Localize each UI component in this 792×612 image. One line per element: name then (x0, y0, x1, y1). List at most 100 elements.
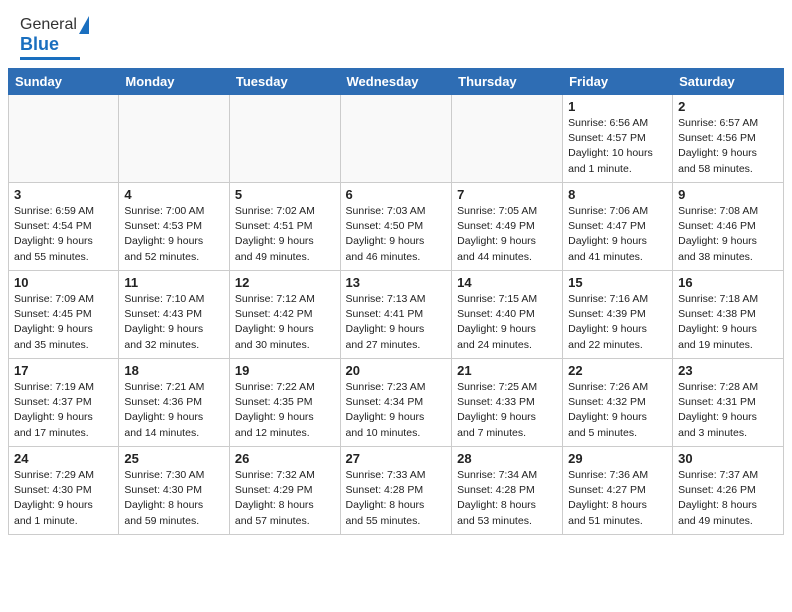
calendar-cell: 22 Sunrise: 7:26 AM Sunset: 4:32 PM Dayli… (563, 359, 673, 447)
day-info: Sunrise: 7:05 AM Sunset: 4:49 PM Dayligh… (457, 204, 557, 265)
day-number: 2 (678, 99, 778, 114)
weekday-header-tuesday: Tuesday (229, 69, 340, 95)
day-info: Sunrise: 7:25 AM Sunset: 4:33 PM Dayligh… (457, 380, 557, 441)
calendar-cell: 1 Sunrise: 6:56 AM Sunset: 4:57 PM Daylig… (563, 95, 673, 183)
day-number: 10 (14, 275, 113, 290)
calendar-cell: 8Sunrise: 7:06 AM Sunset: 4:47 PM Daylig… (563, 183, 673, 271)
calendar-cell: 17 Sunrise: 7:19 AM Sunset: 4:37 PM Dayli… (9, 359, 119, 447)
day-number: 24 (14, 451, 113, 466)
day-number: 17 (14, 363, 113, 378)
day-number: 27 (346, 451, 447, 466)
weekday-header-thursday: Thursday (452, 69, 563, 95)
calendar-cell: 19Sunrise: 7:22 AM Sunset: 4:35 PM Dayli… (229, 359, 340, 447)
day-number: 30 (678, 451, 778, 466)
calendar-week-0: 1 Sunrise: 6:56 AM Sunset: 4:57 PM Daylig… (9, 95, 784, 183)
calendar-cell (119, 95, 230, 183)
day-number: 25 (124, 451, 224, 466)
day-info: Sunrise: 7:32 AM Sunset: 4:29 PM Dayligh… (235, 468, 335, 529)
day-number: 21 (457, 363, 557, 378)
calendar-cell: 3 Sunrise: 6:59 AM Sunset: 4:54 PM Daylig… (9, 183, 119, 271)
calendar-cell: 21 Sunrise: 7:25 AM Sunset: 4:33 PM Dayli… (452, 359, 563, 447)
calendar-cell: 12 Sunrise: 7:12 AM Sunset: 4:42 PM Dayli… (229, 271, 340, 359)
day-number: 13 (346, 275, 447, 290)
weekday-header-saturday: Saturday (673, 69, 784, 95)
calendar-week-1: 3 Sunrise: 6:59 AM Sunset: 4:54 PM Daylig… (9, 183, 784, 271)
calendar-cell: 7Sunrise: 7:05 AM Sunset: 4:49 PM Daylig… (452, 183, 563, 271)
logo: General Blue (20, 16, 89, 60)
calendar-cell (9, 95, 119, 183)
day-number: 9 (678, 187, 778, 202)
day-number: 3 (14, 187, 113, 202)
day-info: Sunrise: 7:23 AM Sunset: 4:34 PM Dayligh… (346, 380, 447, 441)
logo-triangle-icon (79, 16, 89, 34)
day-number: 18 (124, 363, 224, 378)
day-info: Sunrise: 7:10 AM Sunset: 4:43 PM Dayligh… (124, 292, 224, 353)
day-number: 29 (568, 451, 667, 466)
day-info: Sunrise: 7:34 AM Sunset: 4:28 PM Dayligh… (457, 468, 557, 529)
day-number: 16 (678, 275, 778, 290)
calendar-week-4: 24 Sunrise: 7:29 AM Sunset: 4:30 PM Dayli… (9, 447, 784, 535)
calendar-cell: 25 Sunrise: 7:30 AM Sunset: 4:30 PM Dayli… (119, 447, 230, 535)
calendar-cell: 13 Sunrise: 7:13 AM Sunset: 4:41 PM Dayli… (340, 271, 452, 359)
day-info: Sunrise: 6:57 AM Sunset: 4:56 PM Dayligh… (678, 116, 778, 177)
day-number: 4 (124, 187, 224, 202)
header: General Blue (0, 0, 792, 68)
logo-blue-text: Blue (20, 34, 59, 55)
day-info: Sunrise: 7:19 AM Sunset: 4:37 PM Dayligh… (14, 380, 113, 441)
day-number: 12 (235, 275, 335, 290)
day-info: Sunrise: 7:13 AM Sunset: 4:41 PM Dayligh… (346, 292, 447, 353)
weekday-header-row: SundayMondayTuesdayWednesdayThursdayFrid… (9, 69, 784, 95)
calendar-cell: 6 Sunrise: 7:03 AM Sunset: 4:50 PM Daylig… (340, 183, 452, 271)
day-number: 14 (457, 275, 557, 290)
logo-underline (20, 57, 80, 60)
calendar-cell: 14 Sunrise: 7:15 AM Sunset: 4:40 PM Dayli… (452, 271, 563, 359)
day-info: Sunrise: 7:30 AM Sunset: 4:30 PM Dayligh… (124, 468, 224, 529)
day-info: Sunrise: 7:12 AM Sunset: 4:42 PM Dayligh… (235, 292, 335, 353)
day-number: 8 (568, 187, 667, 202)
day-info: Sunrise: 7:36 AM Sunset: 4:27 PM Dayligh… (568, 468, 667, 529)
calendar-table: SundayMondayTuesdayWednesdayThursdayFrid… (8, 68, 784, 535)
day-number: 6 (346, 187, 447, 202)
day-info: Sunrise: 7:03 AM Sunset: 4:50 PM Dayligh… (346, 204, 447, 265)
calendar-cell: 16 Sunrise: 7:18 AM Sunset: 4:38 PM Dayli… (673, 271, 784, 359)
calendar-cell: 18 Sunrise: 7:21 AM Sunset: 4:36 PM Dayli… (119, 359, 230, 447)
calendar-week-3: 17 Sunrise: 7:19 AM Sunset: 4:37 PM Dayli… (9, 359, 784, 447)
day-info: Sunrise: 7:33 AM Sunset: 4:28 PM Dayligh… (346, 468, 447, 529)
calendar-cell: 30 Sunrise: 7:37 AM Sunset: 4:26 PM Dayli… (673, 447, 784, 535)
day-info: Sunrise: 7:16 AM Sunset: 4:39 PM Dayligh… (568, 292, 667, 353)
calendar-cell: 28 Sunrise: 7:34 AM Sunset: 4:28 PM Dayli… (452, 447, 563, 535)
day-number: 28 (457, 451, 557, 466)
day-info: Sunrise: 7:37 AM Sunset: 4:26 PM Dayligh… (678, 468, 778, 529)
day-info: Sunrise: 7:28 AM Sunset: 4:31 PM Dayligh… (678, 380, 778, 441)
calendar-cell: 27 Sunrise: 7:33 AM Sunset: 4:28 PM Dayli… (340, 447, 452, 535)
day-info: Sunrise: 7:21 AM Sunset: 4:36 PM Dayligh… (124, 380, 224, 441)
day-info: Sunrise: 7:09 AM Sunset: 4:45 PM Dayligh… (14, 292, 113, 353)
calendar-cell: 20Sunrise: 7:23 AM Sunset: 4:34 PM Dayli… (340, 359, 452, 447)
day-number: 23 (678, 363, 778, 378)
calendar-cell: 9 Sunrise: 7:08 AM Sunset: 4:46 PM Daylig… (673, 183, 784, 271)
day-number: 15 (568, 275, 667, 290)
weekday-header-sunday: Sunday (9, 69, 119, 95)
day-number: 5 (235, 187, 335, 202)
calendar-week-2: 10 Sunrise: 7:09 AM Sunset: 4:45 PM Dayli… (9, 271, 784, 359)
day-info: Sunrise: 7:26 AM Sunset: 4:32 PM Dayligh… (568, 380, 667, 441)
calendar-cell: 5 Sunrise: 7:02 AM Sunset: 4:51 PM Daylig… (229, 183, 340, 271)
day-info: Sunrise: 7:08 AM Sunset: 4:46 PM Dayligh… (678, 204, 778, 265)
calendar-cell: 29 Sunrise: 7:36 AM Sunset: 4:27 PM Dayli… (563, 447, 673, 535)
day-info: Sunrise: 6:56 AM Sunset: 4:57 PM Dayligh… (568, 116, 667, 177)
day-info: Sunrise: 7:02 AM Sunset: 4:51 PM Dayligh… (235, 204, 335, 265)
day-info: Sunrise: 7:15 AM Sunset: 4:40 PM Dayligh… (457, 292, 557, 353)
day-number: 22 (568, 363, 667, 378)
day-number: 1 (568, 99, 667, 114)
day-info: Sunrise: 7:18 AM Sunset: 4:38 PM Dayligh… (678, 292, 778, 353)
calendar-cell: 10 Sunrise: 7:09 AM Sunset: 4:45 PM Dayli… (9, 271, 119, 359)
calendar-cell (452, 95, 563, 183)
day-info: Sunrise: 6:59 AM Sunset: 4:54 PM Dayligh… (14, 204, 113, 265)
calendar-cell: 4 Sunrise: 7:00 AM Sunset: 4:53 PM Daylig… (119, 183, 230, 271)
logo-general-text: General (20, 16, 77, 34)
calendar-cell: 2 Sunrise: 6:57 AM Sunset: 4:56 PM Daylig… (673, 95, 784, 183)
calendar-cell: 11Sunrise: 7:10 AM Sunset: 4:43 PM Dayli… (119, 271, 230, 359)
day-info: Sunrise: 7:29 AM Sunset: 4:30 PM Dayligh… (14, 468, 113, 529)
weekday-header-monday: Monday (119, 69, 230, 95)
day-info: Sunrise: 7:00 AM Sunset: 4:53 PM Dayligh… (124, 204, 224, 265)
